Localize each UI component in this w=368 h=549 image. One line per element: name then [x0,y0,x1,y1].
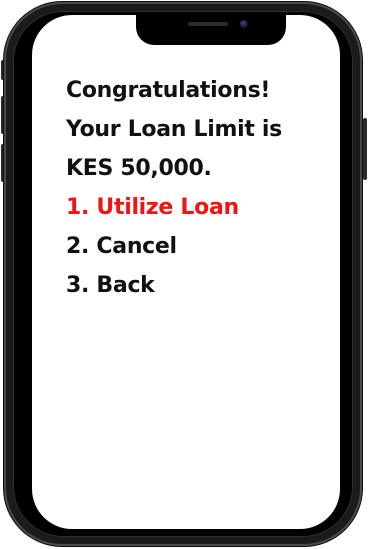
front-camera-icon [240,20,248,28]
phone-screen: Congratulations! Your Loan Limit is KES … [32,15,340,529]
ussd-message: Congratulations! Your Loan Limit is KES … [66,71,336,305]
option-back[interactable]: 3. Back [66,266,336,305]
option-utilize-loan[interactable]: 1. Utilize Loan [66,188,336,227]
speaker-grille [188,22,228,26]
message-line-loan-limit: Your Loan Limit is [66,117,282,142]
power-button [363,118,367,180]
message-line-congratulations: Congratulations! [66,78,271,103]
phone-notch [136,15,286,45]
message-line-amount: KES 50,000. [66,156,212,181]
phone-mockup: Congratulations! Your Loan Limit is KES … [0,0,368,549]
option-cancel[interactable]: 2. Cancel [66,227,336,266]
